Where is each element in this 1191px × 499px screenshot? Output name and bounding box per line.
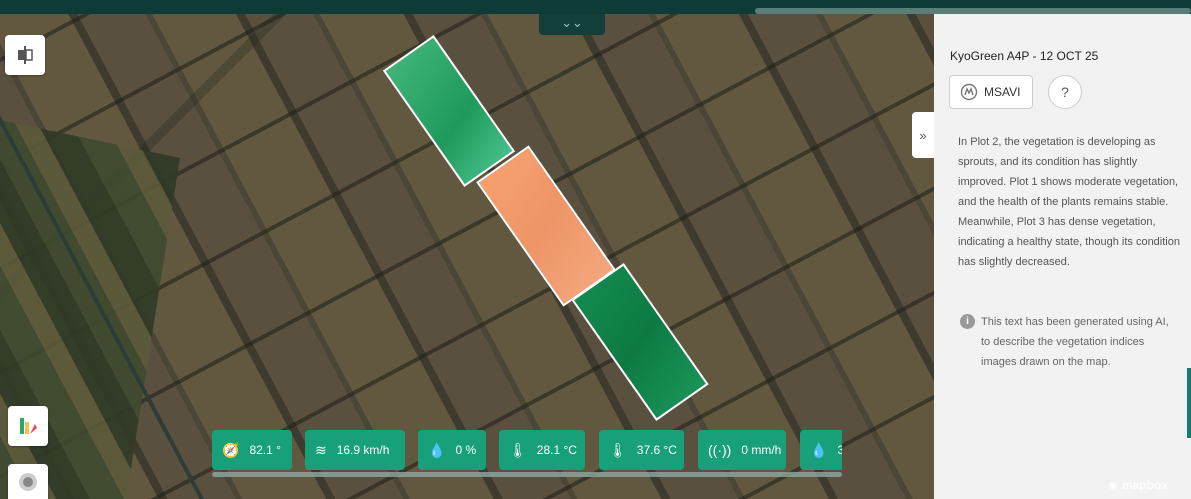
droplet-icon: 💧 bbox=[428, 441, 446, 458]
rain-sensor-icon: ((·)) bbox=[708, 442, 732, 458]
index-icon bbox=[960, 83, 978, 101]
chevron-down-icon: ⌄⌄ bbox=[561, 15, 583, 30]
weather-strip[interactable]: 🧭 82.1 ° ≋ 16.9 km/h 💧 0 % 🌡 28.1 °C 🌡 3… bbox=[212, 430, 842, 470]
weather-value: 82.1 ° bbox=[249, 443, 281, 457]
split-view-icon bbox=[18, 46, 33, 64]
ai-disclaimer-text: This text has been generated using AI, t… bbox=[981, 316, 1169, 368]
weather-chip-temp-min: 🌡 28.1 °C bbox=[499, 430, 585, 470]
humidity-icon: 💧 bbox=[810, 441, 828, 458]
layer-button[interactable] bbox=[8, 464, 48, 499]
question-icon: ? bbox=[1061, 84, 1069, 100]
weather-chip-temp-max: 🌡 37.6 °C bbox=[599, 430, 684, 470]
weather-value: 37.6 °C bbox=[636, 443, 677, 457]
collapse-top-button[interactable]: ⌄⌄ bbox=[539, 14, 605, 35]
wind-icon: ≋ bbox=[315, 441, 327, 458]
ai-description: In Plot 2, the vegetation is developing … bbox=[958, 136, 1180, 268]
help-button[interactable]: ? bbox=[1048, 75, 1082, 109]
weather-chip-rain-rate: ((·)) 0 mm/h bbox=[698, 430, 786, 470]
panel-scroll-indicator bbox=[1187, 368, 1191, 438]
info-icon: i bbox=[960, 314, 975, 329]
map-view[interactable]: 🧭 82.1 ° ≋ 16.9 km/h 💧 0 % 🌡 28.1 °C 🌡 3… bbox=[0, 0, 934, 499]
index-label: MSAVI bbox=[984, 85, 1021, 99]
mapbox-logo-icon: ◉ bbox=[1108, 478, 1119, 492]
index-select-button[interactable]: MSAVI bbox=[949, 75, 1033, 109]
ai-disclaimer: i This text has been generated using AI,… bbox=[960, 312, 1180, 372]
weather-value: 28.1 °C bbox=[536, 443, 577, 457]
mapbox-attribution[interactable]: ◉ mapbox bbox=[1108, 478, 1168, 492]
compass-icon: 🧭 bbox=[222, 441, 240, 458]
satellite-layer-icon bbox=[19, 472, 37, 491]
weather-chip-precip-chance: 💧 0 % bbox=[418, 430, 486, 470]
weather-value: 3 bbox=[837, 443, 842, 457]
split-view-button[interactable] bbox=[5, 35, 45, 75]
vegetation-legend-icon bbox=[20, 418, 37, 434]
temp-min-icon: 🌡 bbox=[509, 441, 527, 458]
weather-scrollbar[interactable] bbox=[212, 472, 842, 477]
panel-title: KyoGreen A4P - 12 OCT 25 bbox=[950, 49, 1099, 63]
mapbox-label: mapbox bbox=[1121, 478, 1168, 492]
weather-value: 0 % bbox=[455, 443, 477, 457]
legend-button[interactable] bbox=[8, 406, 48, 446]
temp-max-icon: 🌡 bbox=[609, 441, 627, 458]
weather-chip-humidity: 💧 3 bbox=[800, 430, 842, 470]
weather-value: 0 mm/h bbox=[741, 443, 782, 457]
weather-chip-wind-speed: ≋ 16.9 km/h bbox=[305, 430, 405, 470]
top-bar bbox=[0, 0, 1191, 14]
collapse-panel-button[interactable]: » bbox=[912, 112, 934, 158]
weather-value: 16.9 km/h bbox=[336, 443, 390, 457]
weather-chip-wind-direction: 🧭 82.1 ° bbox=[212, 430, 292, 470]
info-panel: KyoGreen A4P - 12 OCT 25 MSAVI ? In Plot… bbox=[934, 14, 1191, 499]
chevron-right-double-icon: » bbox=[919, 127, 927, 143]
